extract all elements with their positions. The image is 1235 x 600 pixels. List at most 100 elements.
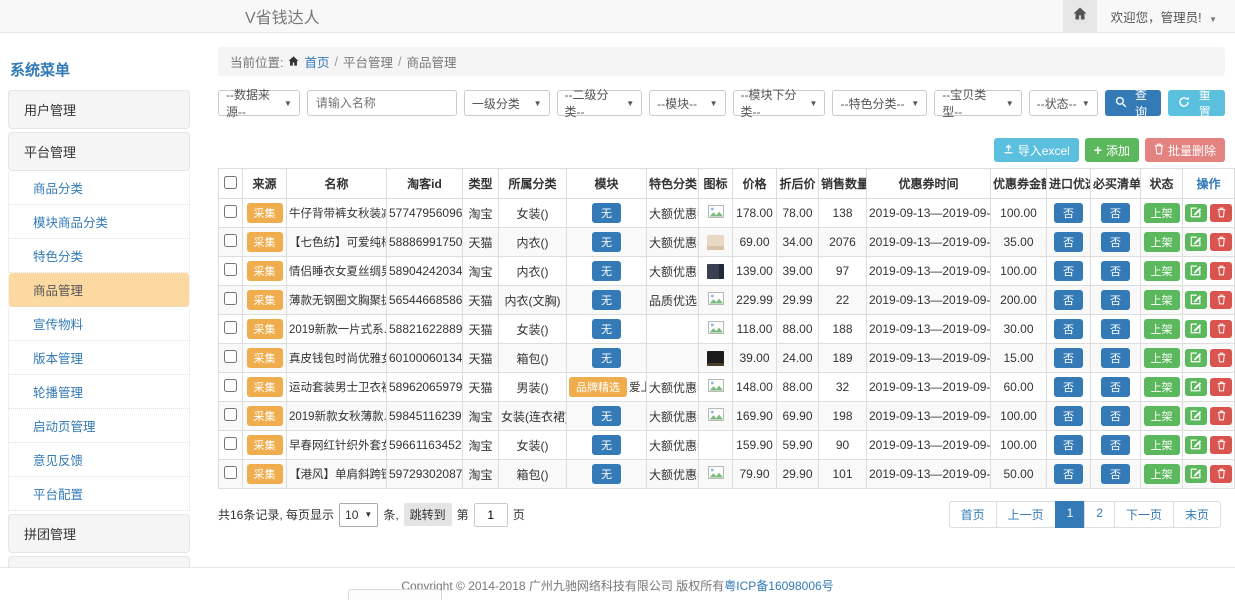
edit-button[interactable]	[1185, 436, 1207, 454]
edit-button[interactable]	[1185, 465, 1207, 483]
row-checkbox[interactable]	[224, 379, 237, 392]
sidebar-item-启动页管理[interactable]: 启动页管理	[8, 409, 190, 443]
module-none-badge[interactable]: 无	[592, 319, 621, 339]
filter-select-module[interactable]: --模块--▼	[649, 90, 725, 116]
pager-item-上一页[interactable]: 上一页	[996, 501, 1056, 528]
status-badge[interactable]: 上架	[1144, 406, 1180, 426]
per-page-select[interactable]: 10 ▼	[339, 503, 378, 527]
must-buy-toggle[interactable]: 否	[1101, 377, 1130, 397]
sidebar-item-商品分类[interactable]: 商品分类	[8, 171, 190, 205]
row-checkbox[interactable]	[224, 466, 237, 479]
row-checkbox[interactable]	[224, 408, 237, 421]
row-checkbox[interactable]	[224, 205, 237, 218]
import-select-toggle[interactable]: 否	[1054, 435, 1083, 455]
sidebar-item-宣传物料[interactable]: 宣传物料	[8, 307, 190, 341]
must-buy-toggle[interactable]: 否	[1101, 203, 1130, 223]
icp-link[interactable]: 粤ICP备16098006号	[724, 579, 833, 593]
import-select-toggle[interactable]: 否	[1054, 319, 1083, 339]
must-buy-toggle[interactable]: 否	[1101, 406, 1130, 426]
pager-item-1[interactable]: 1	[1055, 501, 1086, 528]
filter-select-level1-category[interactable]: 一级分类▼	[464, 90, 550, 116]
filter-input-name[interactable]	[307, 90, 457, 116]
breadcrumb-home-link[interactable]: 首页	[304, 52, 329, 71]
pager-item-2[interactable]: 2	[1084, 501, 1115, 528]
import-select-toggle[interactable]: 否	[1054, 232, 1083, 252]
import-select-toggle[interactable]: 否	[1054, 290, 1083, 310]
delete-button[interactable]	[1210, 262, 1232, 280]
status-badge[interactable]: 上架	[1144, 348, 1180, 368]
sidebar-item-意见反馈[interactable]: 意见反馈	[8, 443, 190, 477]
must-buy-toggle[interactable]: 否	[1101, 348, 1130, 368]
row-checkbox[interactable]	[224, 350, 237, 363]
delete-button[interactable]	[1210, 320, 1232, 338]
status-badge[interactable]: 上架	[1144, 261, 1180, 281]
status-badge[interactable]: 上架	[1144, 377, 1180, 397]
batch-delete-button[interactable]: 批量删除	[1145, 138, 1225, 162]
delete-button[interactable]	[1210, 465, 1232, 483]
sidebar-item-模块商品分类[interactable]: 模块商品分类	[8, 205, 190, 239]
must-buy-toggle[interactable]: 否	[1101, 232, 1130, 252]
sidebar-item-商品管理[interactable]: 商品管理	[8, 273, 190, 307]
delete-button[interactable]	[1210, 291, 1232, 309]
sidebar-item-特色分类[interactable]: 特色分类	[8, 239, 190, 273]
sidebar-item-拼团管理[interactable]: 拼团管理	[8, 514, 190, 553]
module-none-badge[interactable]: 无	[592, 406, 621, 426]
add-button[interactable]: + 添加	[1085, 138, 1139, 162]
import-select-toggle[interactable]: 否	[1054, 377, 1083, 397]
import-select-toggle[interactable]: 否	[1054, 348, 1083, 368]
user-menu[interactable]: 欢迎您，管理员! ▼	[1097, 7, 1235, 26]
filter-select-item-type[interactable]: --宝贝类型--▼	[934, 90, 1021, 116]
select-all-checkbox[interactable]	[224, 176, 237, 189]
delete-button[interactable]	[1210, 407, 1232, 425]
module-none-badge[interactable]: 无	[592, 464, 621, 484]
status-badge[interactable]: 上架	[1144, 290, 1180, 310]
edit-button[interactable]	[1185, 233, 1207, 251]
import-select-toggle[interactable]: 否	[1054, 203, 1083, 223]
sidebar-item-省惠快报[interactable]: 省惠快报	[8, 556, 190, 567]
must-buy-toggle[interactable]: 否	[1101, 290, 1130, 310]
import-select-toggle[interactable]: 否	[1054, 261, 1083, 281]
pager-item-末页[interactable]: 末页	[1173, 501, 1221, 528]
must-buy-toggle[interactable]: 否	[1101, 319, 1130, 339]
module-none-badge[interactable]: 无	[592, 203, 621, 223]
edit-button[interactable]	[1185, 204, 1207, 222]
import-excel-button[interactable]: 导入excel	[994, 138, 1079, 162]
row-checkbox[interactable]	[224, 263, 237, 276]
delete-button[interactable]	[1210, 378, 1232, 396]
edit-button[interactable]	[1185, 378, 1207, 396]
pager-item-下一页[interactable]: 下一页	[1114, 501, 1174, 528]
module-none-badge[interactable]: 无	[592, 232, 621, 252]
module-none-badge[interactable]: 无	[592, 435, 621, 455]
sidebar-item-版本管理[interactable]: 版本管理	[8, 341, 190, 375]
page-number-input[interactable]	[474, 503, 508, 527]
delete-button[interactable]	[1210, 436, 1232, 454]
delete-button[interactable]	[1210, 349, 1232, 367]
search-button[interactable]: 查询	[1105, 90, 1162, 116]
filter-select-status[interactable]: --状态--▼	[1029, 90, 1098, 116]
delete-button[interactable]	[1210, 204, 1232, 222]
filter-select-level2-category[interactable]: --二级分类--▼	[557, 90, 643, 116]
filter-select-data-source[interactable]: --数据来源--▼	[218, 90, 300, 116]
delete-button[interactable]	[1210, 233, 1232, 251]
sidebar-item-用户管理[interactable]: 用户管理	[8, 90, 190, 129]
must-buy-toggle[interactable]: 否	[1101, 435, 1130, 455]
edit-button[interactable]	[1185, 262, 1207, 280]
module-none-badge[interactable]: 无	[592, 290, 621, 310]
import-select-toggle[interactable]: 否	[1054, 464, 1083, 484]
edit-button[interactable]	[1185, 349, 1207, 367]
import-select-toggle[interactable]: 否	[1054, 406, 1083, 426]
edit-button[interactable]	[1185, 320, 1207, 338]
module-none-badge[interactable]: 无	[592, 261, 621, 281]
reset-button[interactable]: 重置	[1168, 90, 1225, 116]
status-badge[interactable]: 上架	[1144, 319, 1180, 339]
status-badge[interactable]: 上架	[1144, 203, 1180, 223]
module-none-badge[interactable]: 无	[592, 348, 621, 368]
sidebar-item-平台配置[interactable]: 平台配置	[8, 477, 190, 511]
must-buy-toggle[interactable]: 否	[1101, 464, 1130, 484]
must-buy-toggle[interactable]: 否	[1101, 261, 1130, 281]
status-badge[interactable]: 上架	[1144, 464, 1180, 484]
jump-button[interactable]: 跳转到	[404, 503, 452, 526]
filter-select-module-subcategory[interactable]: --模块下分类--▼	[733, 90, 826, 116]
row-checkbox[interactable]	[224, 292, 237, 305]
pager-item-首页[interactable]: 首页	[949, 501, 997, 528]
